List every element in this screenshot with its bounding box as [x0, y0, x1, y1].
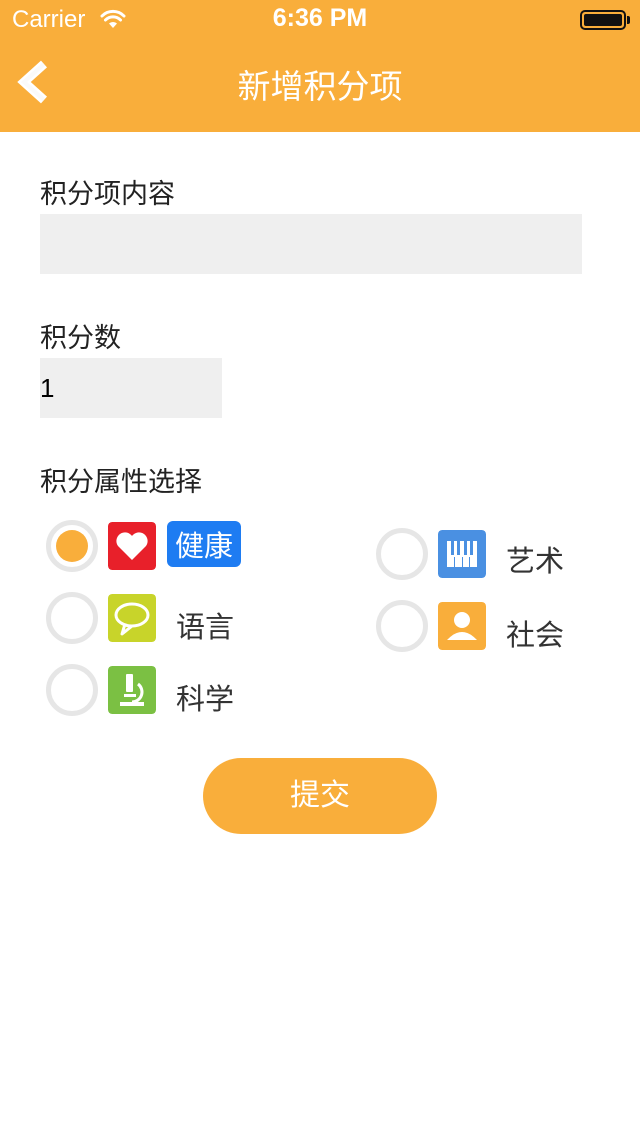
- content-input[interactable]: [40, 214, 582, 274]
- radio-language[interactable]: [46, 592, 98, 644]
- radio-health[interactable]: [46, 520, 98, 572]
- piano-icon: [438, 530, 486, 578]
- option-label-science: 科学: [176, 682, 235, 716]
- content-label: 积分项内容: [40, 179, 175, 210]
- microscope-icon: [108, 666, 156, 714]
- score-label: 积分数: [40, 323, 121, 354]
- person-icon: [438, 602, 486, 650]
- radio-science[interactable]: [46, 664, 98, 716]
- heart-icon: [108, 522, 156, 570]
- battery-icon: [580, 10, 626, 30]
- speech-bubble-icon: [108, 594, 156, 642]
- option-label-art: 艺术: [506, 544, 565, 578]
- submit-button[interactable]: 提交: [203, 758, 437, 834]
- battery-tip: [627, 16, 630, 24]
- option-label-language: 语言: [176, 610, 235, 644]
- status-time: 6:36 PM: [272, 4, 368, 32]
- radio-selected-dot: [56, 530, 88, 562]
- page-title: 新增积分项: [237, 67, 403, 106]
- option-label-health: 健康: [167, 521, 242, 567]
- radio-society[interactable]: [376, 600, 428, 652]
- score-input[interactable]: [40, 358, 222, 418]
- radio-art[interactable]: [376, 528, 428, 580]
- status-bar: Carrier 6:36 PM: [0, 0, 640, 40]
- attribute-label: 积分属性选择: [40, 467, 202, 498]
- option-label-society: 社会: [506, 618, 565, 652]
- nav-bar: Carrier 6:36 PM 新增积分项: [0, 0, 640, 132]
